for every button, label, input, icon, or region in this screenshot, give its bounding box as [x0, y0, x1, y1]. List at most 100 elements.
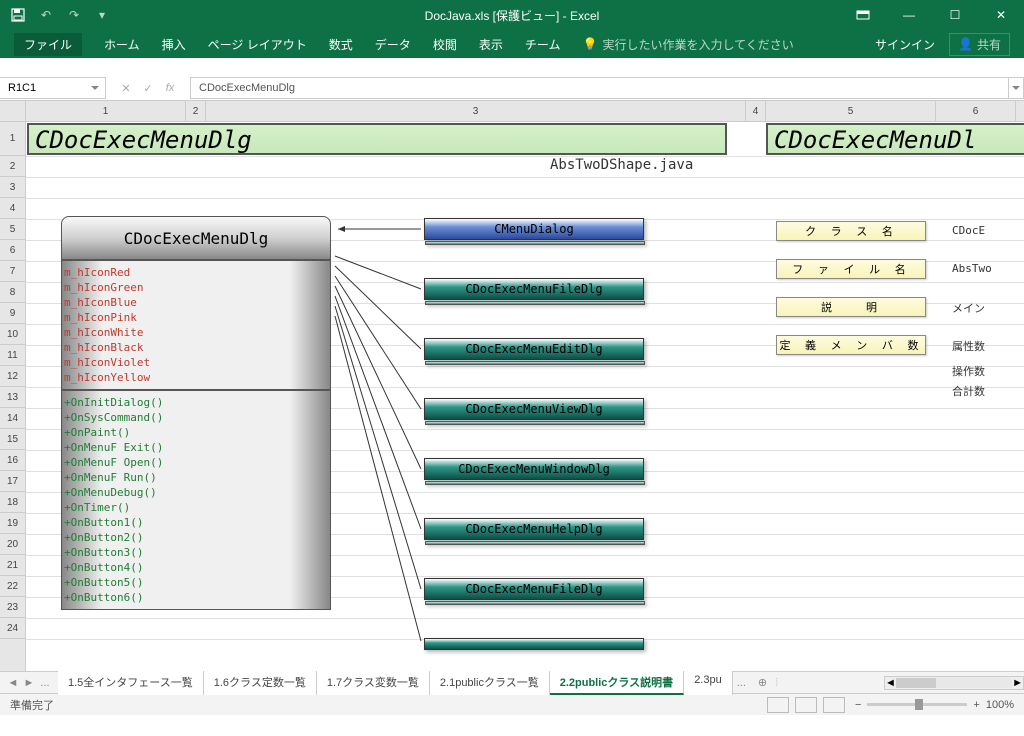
- minimize-button[interactable]: ―: [886, 0, 932, 30]
- row-header[interactable]: 15: [0, 429, 25, 450]
- class-method: +OnButton2(): [64, 530, 328, 545]
- select-all-cell[interactable]: [0, 101, 25, 122]
- name-box[interactable]: R1C1: [0, 77, 106, 99]
- zoom-level[interactable]: 100%: [986, 699, 1014, 711]
- property-label: 定 義 メ ン バ 数: [776, 335, 926, 355]
- row-header[interactable]: 23: [0, 597, 25, 618]
- class-method: +OnPaint(): [64, 425, 328, 440]
- signin-link[interactable]: サインイン: [875, 36, 935, 53]
- cancel-formula-icon[interactable]: ✕: [116, 82, 136, 95]
- prop-value: 操作数: [952, 363, 985, 379]
- zoom-out-button[interactable]: −: [855, 699, 861, 711]
- class-name-header: CDocExecMenuDlg: [61, 216, 331, 260]
- accept-formula-icon[interactable]: ✓: [138, 82, 158, 95]
- share-button[interactable]: 👤共有: [949, 33, 1010, 56]
- fx-icon[interactable]: fx: [160, 82, 180, 95]
- class-method: +OnMenuDebug(): [64, 485, 328, 500]
- tab-file[interactable]: ファイル: [14, 33, 82, 56]
- row-header[interactable]: 10: [0, 324, 25, 345]
- save-icon[interactable]: [8, 5, 28, 25]
- maximize-button[interactable]: ☐: [932, 0, 978, 30]
- tab-team[interactable]: チーム: [525, 36, 561, 53]
- tab-insert[interactable]: 挿入: [162, 36, 186, 53]
- sheet-tab[interactable]: 2.2publicクラス説明書: [550, 671, 684, 695]
- close-button[interactable]: ✕: [978, 0, 1024, 30]
- property-value: AbsTwo: [952, 262, 992, 275]
- sheet-tab[interactable]: 1.7クラス変数一覧: [317, 671, 430, 695]
- class-method: +OnSysCommand(): [64, 410, 328, 425]
- row-header[interactable]: 17: [0, 471, 25, 492]
- tab-view[interactable]: 表示: [479, 36, 503, 53]
- col-header[interactable]: 3: [206, 101, 746, 121]
- row-header[interactable]: 19: [0, 513, 25, 534]
- row-header[interactable]: 2: [0, 156, 25, 177]
- redo-icon[interactable]: ↷: [64, 5, 84, 25]
- class-method: +OnButton6(): [64, 590, 328, 605]
- class-method: +OnButton4(): [64, 560, 328, 575]
- view-page-break-icon[interactable]: [823, 697, 845, 713]
- row-header[interactable]: 9: [0, 303, 25, 324]
- formula-bar[interactable]: CDocExecMenuDlg: [190, 77, 1008, 99]
- tellme-input[interactable]: 💡実行したい作業を入力してください: [582, 36, 793, 53]
- ribbon-tabs: ファイル ホーム 挿入 ページ レイアウト 数式 データ 校閲 表示 チーム 💡…: [0, 30, 1024, 58]
- row-header[interactable]: 11: [0, 345, 25, 366]
- tab-review[interactable]: 校閲: [433, 36, 457, 53]
- col-header[interactable]: 5: [766, 101, 936, 121]
- tab-nav[interactable]: ◄►...: [0, 677, 58, 689]
- undo-icon[interactable]: ↶: [36, 5, 56, 25]
- row-header[interactable]: 24: [0, 618, 25, 639]
- row-header[interactable]: 5: [0, 219, 25, 240]
- row-header[interactable]: 4: [0, 198, 25, 219]
- zoom-control[interactable]: − + 100%: [855, 699, 1014, 711]
- property-value: メイン: [952, 300, 985, 316]
- row-header[interactable]: 14: [0, 408, 25, 429]
- row-header[interactable]: 21: [0, 555, 25, 576]
- tab-formula[interactable]: 数式: [329, 36, 353, 53]
- column-headers: 1 2 3 4 5 6: [26, 101, 1024, 122]
- col-header[interactable]: 6: [936, 101, 1016, 121]
- horizontal-scrollbar[interactable]: ◄►: [884, 676, 1024, 690]
- row-header[interactable]: 1: [0, 122, 25, 156]
- sheet-tab[interactable]: 2.3pu: [684, 671, 733, 695]
- tab-layout[interactable]: ページ レイアウト: [208, 36, 307, 53]
- ribbon-options-icon[interactable]: [840, 0, 886, 30]
- row-header[interactable]: 7: [0, 261, 25, 282]
- class-method: +OnInitDialog(): [64, 395, 328, 410]
- row-header[interactable]: 20: [0, 534, 25, 555]
- title-banner-right: CDocExecMenuDl: [766, 123, 1024, 155]
- col-header[interactable]: 1: [26, 101, 186, 121]
- sheet-tab-bar: ◄►... 1.5全インタフェース一覧1.6クラス定数一覧1.7クラス変数一覧2…: [0, 671, 1024, 693]
- row-header[interactable]: 12: [0, 366, 25, 387]
- row-header[interactable]: 18: [0, 492, 25, 513]
- row-header[interactable]: 16: [0, 450, 25, 471]
- property-value: 属性数: [952, 338, 985, 354]
- row-header[interactable]: 22: [0, 576, 25, 597]
- sheet-tab[interactable]: 1.5全インタフェース一覧: [58, 671, 204, 695]
- col-header[interactable]: 4: [746, 101, 766, 121]
- sheet-tab[interactable]: 2.1publicクラス一覧: [430, 671, 550, 695]
- row-header[interactable]: 8: [0, 282, 25, 303]
- row-headers: 1 2 3 4 5 6 7 8 9 10 11 12 13 14 15 16 1…: [0, 101, 26, 671]
- related-class-box: [424, 638, 644, 650]
- add-sheet-button[interactable]: ⊕: [750, 676, 775, 689]
- tab-more[interactable]: ...: [733, 677, 750, 689]
- row-header[interactable]: 3: [0, 177, 25, 198]
- tab-data[interactable]: データ: [375, 36, 411, 53]
- class-attributes: m_hIconRedm_hIconGreenm_hIconBluem_hIcon…: [61, 260, 331, 390]
- zoom-in-button[interactable]: +: [973, 699, 979, 711]
- row-header[interactable]: 6: [0, 240, 25, 261]
- class-attribute: m_hIconGreen: [64, 280, 328, 295]
- zoom-slider-handle[interactable]: [915, 699, 923, 710]
- class-method: +OnTimer(): [64, 500, 328, 515]
- view-normal-icon[interactable]: [767, 697, 789, 713]
- formula-expand-icon[interactable]: [1008, 77, 1024, 99]
- view-page-layout-icon[interactable]: [795, 697, 817, 713]
- qat-customize-icon[interactable]: ▾: [92, 5, 112, 25]
- related-class-box: CDocExecMenuFileDlg: [424, 278, 644, 300]
- col-header[interactable]: 2: [186, 101, 206, 121]
- sheet-tab[interactable]: 1.6クラス定数一覧: [204, 671, 317, 695]
- row-header[interactable]: 13: [0, 387, 25, 408]
- cells-area[interactable]: 1 2 3 4 5 6 CDocExecMenuDlg CDocExecMenu…: [26, 101, 1024, 671]
- tab-home[interactable]: ホーム: [104, 36, 140, 53]
- property-label: ク ラ ス 名: [776, 221, 926, 241]
